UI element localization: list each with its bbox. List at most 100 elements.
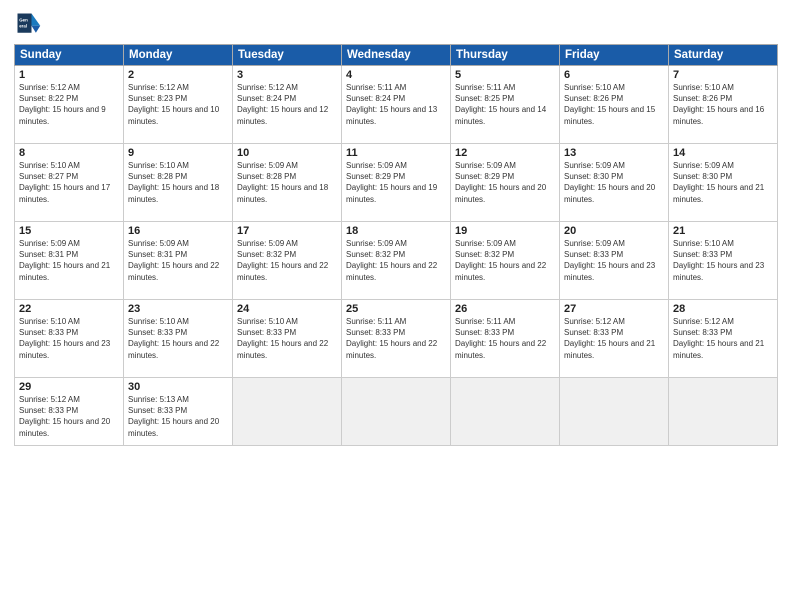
day-number: 8 <box>19 147 119 159</box>
day-number: 6 <box>564 69 664 81</box>
calendar-header-sunday: Sunday <box>15 45 124 66</box>
day-number: 2 <box>128 69 228 81</box>
day-number: 18 <box>346 225 446 237</box>
calendar-day: 25Sunrise: 5:11 AMSunset: 8:33 PMDayligh… <box>342 300 451 378</box>
day-info: Sunrise: 5:10 AMSunset: 8:28 PMDaylight:… <box>128 160 228 205</box>
calendar-day: 14Sunrise: 5:09 AMSunset: 8:30 PMDayligh… <box>669 144 778 222</box>
calendar-day: 10Sunrise: 5:09 AMSunset: 8:28 PMDayligh… <box>233 144 342 222</box>
calendar-day: 29Sunrise: 5:12 AMSunset: 8:33 PMDayligh… <box>15 378 124 446</box>
day-info: Sunrise: 5:12 AMSunset: 8:33 PMDaylight:… <box>673 316 773 361</box>
calendar-header-saturday: Saturday <box>669 45 778 66</box>
calendar-day: 24Sunrise: 5:10 AMSunset: 8:33 PMDayligh… <box>233 300 342 378</box>
calendar-day: 20Sunrise: 5:09 AMSunset: 8:33 PMDayligh… <box>560 222 669 300</box>
day-info: Sunrise: 5:10 AMSunset: 8:33 PMDaylight:… <box>673 238 773 283</box>
day-number: 30 <box>128 381 228 393</box>
day-info: Sunrise: 5:12 AMSunset: 8:24 PMDaylight:… <box>237 82 337 127</box>
day-info: Sunrise: 5:09 AMSunset: 8:33 PMDaylight:… <box>564 238 664 283</box>
calendar-header-row: SundayMondayTuesdayWednesdayThursdayFrid… <box>15 45 778 66</box>
day-number: 3 <box>237 69 337 81</box>
day-number: 21 <box>673 225 773 237</box>
day-info: Sunrise: 5:11 AMSunset: 8:25 PMDaylight:… <box>455 82 555 127</box>
day-number: 13 <box>564 147 664 159</box>
calendar-day: 8Sunrise: 5:10 AMSunset: 8:27 PMDaylight… <box>15 144 124 222</box>
day-number: 24 <box>237 303 337 315</box>
calendar-day: 15Sunrise: 5:09 AMSunset: 8:31 PMDayligh… <box>15 222 124 300</box>
calendar-day: 1Sunrise: 5:12 AMSunset: 8:22 PMDaylight… <box>15 66 124 144</box>
calendar-day: 22Sunrise: 5:10 AMSunset: 8:33 PMDayligh… <box>15 300 124 378</box>
calendar-day: 3Sunrise: 5:12 AMSunset: 8:24 PMDaylight… <box>233 66 342 144</box>
calendar: SundayMondayTuesdayWednesdayThursdayFrid… <box>14 44 778 446</box>
calendar-week-4: 22Sunrise: 5:10 AMSunset: 8:33 PMDayligh… <box>15 300 778 378</box>
calendar-header-tuesday: Tuesday <box>233 45 342 66</box>
day-info: Sunrise: 5:11 AMSunset: 8:24 PMDaylight:… <box>346 82 446 127</box>
calendar-day <box>451 378 560 446</box>
day-info: Sunrise: 5:09 AMSunset: 8:32 PMDaylight:… <box>455 238 555 283</box>
day-info: Sunrise: 5:09 AMSunset: 8:30 PMDaylight:… <box>564 160 664 205</box>
day-number: 15 <box>19 225 119 237</box>
calendar-day: 7Sunrise: 5:10 AMSunset: 8:26 PMDaylight… <box>669 66 778 144</box>
day-number: 11 <box>346 147 446 159</box>
day-info: Sunrise: 5:11 AMSunset: 8:33 PMDaylight:… <box>346 316 446 361</box>
day-number: 20 <box>564 225 664 237</box>
day-info: Sunrise: 5:10 AMSunset: 8:27 PMDaylight:… <box>19 160 119 205</box>
day-number: 10 <box>237 147 337 159</box>
calendar-day: 11Sunrise: 5:09 AMSunset: 8:29 PMDayligh… <box>342 144 451 222</box>
day-info: Sunrise: 5:09 AMSunset: 8:29 PMDaylight:… <box>346 160 446 205</box>
svg-text:eral: eral <box>19 24 27 29</box>
day-info: Sunrise: 5:12 AMSunset: 8:23 PMDaylight:… <box>128 82 228 127</box>
calendar-week-5: 29Sunrise: 5:12 AMSunset: 8:33 PMDayligh… <box>15 378 778 446</box>
day-number: 4 <box>346 69 446 81</box>
day-info: Sunrise: 5:09 AMSunset: 8:32 PMDaylight:… <box>346 238 446 283</box>
calendar-week-1: 1Sunrise: 5:12 AMSunset: 8:22 PMDaylight… <box>15 66 778 144</box>
calendar-day <box>560 378 669 446</box>
calendar-day: 17Sunrise: 5:09 AMSunset: 8:32 PMDayligh… <box>233 222 342 300</box>
day-number: 28 <box>673 303 773 315</box>
day-info: Sunrise: 5:12 AMSunset: 8:22 PMDaylight:… <box>19 82 119 127</box>
calendar-day: 27Sunrise: 5:12 AMSunset: 8:33 PMDayligh… <box>560 300 669 378</box>
day-number: 14 <box>673 147 773 159</box>
day-info: Sunrise: 5:10 AMSunset: 8:33 PMDaylight:… <box>237 316 337 361</box>
calendar-day: 23Sunrise: 5:10 AMSunset: 8:33 PMDayligh… <box>124 300 233 378</box>
day-number: 25 <box>346 303 446 315</box>
day-number: 1 <box>19 69 119 81</box>
day-number: 7 <box>673 69 773 81</box>
calendar-week-3: 15Sunrise: 5:09 AMSunset: 8:31 PMDayligh… <box>15 222 778 300</box>
logo: Gen eral <box>14 10 46 38</box>
calendar-day: 5Sunrise: 5:11 AMSunset: 8:25 PMDaylight… <box>451 66 560 144</box>
day-info: Sunrise: 5:09 AMSunset: 8:31 PMDaylight:… <box>19 238 119 283</box>
logo-icon: Gen eral <box>14 10 42 38</box>
calendar-header-thursday: Thursday <box>451 45 560 66</box>
day-number: 23 <box>128 303 228 315</box>
day-info: Sunrise: 5:12 AMSunset: 8:33 PMDaylight:… <box>564 316 664 361</box>
calendar-day: 18Sunrise: 5:09 AMSunset: 8:32 PMDayligh… <box>342 222 451 300</box>
calendar-day: 26Sunrise: 5:11 AMSunset: 8:33 PMDayligh… <box>451 300 560 378</box>
day-info: Sunrise: 5:09 AMSunset: 8:30 PMDaylight:… <box>673 160 773 205</box>
calendar-day <box>669 378 778 446</box>
calendar-day: 12Sunrise: 5:09 AMSunset: 8:29 PMDayligh… <box>451 144 560 222</box>
calendar-header-friday: Friday <box>560 45 669 66</box>
calendar-day: 28Sunrise: 5:12 AMSunset: 8:33 PMDayligh… <box>669 300 778 378</box>
day-number: 17 <box>237 225 337 237</box>
calendar-day: 9Sunrise: 5:10 AMSunset: 8:28 PMDaylight… <box>124 144 233 222</box>
calendar-day <box>233 378 342 446</box>
calendar-day: 30Sunrise: 5:13 AMSunset: 8:33 PMDayligh… <box>124 378 233 446</box>
day-number: 19 <box>455 225 555 237</box>
day-number: 12 <box>455 147 555 159</box>
day-info: Sunrise: 5:09 AMSunset: 8:29 PMDaylight:… <box>455 160 555 205</box>
calendar-week-2: 8Sunrise: 5:10 AMSunset: 8:27 PMDaylight… <box>15 144 778 222</box>
day-info: Sunrise: 5:13 AMSunset: 8:33 PMDaylight:… <box>128 394 228 439</box>
calendar-day <box>342 378 451 446</box>
day-info: Sunrise: 5:10 AMSunset: 8:33 PMDaylight:… <box>19 316 119 361</box>
day-info: Sunrise: 5:12 AMSunset: 8:33 PMDaylight:… <box>19 394 119 439</box>
calendar-header-wednesday: Wednesday <box>342 45 451 66</box>
day-number: 29 <box>19 381 119 393</box>
day-info: Sunrise: 5:11 AMSunset: 8:33 PMDaylight:… <box>455 316 555 361</box>
day-number: 22 <box>19 303 119 315</box>
day-number: 27 <box>564 303 664 315</box>
day-number: 9 <box>128 147 228 159</box>
day-info: Sunrise: 5:09 AMSunset: 8:32 PMDaylight:… <box>237 238 337 283</box>
day-info: Sunrise: 5:10 AMSunset: 8:26 PMDaylight:… <box>673 82 773 127</box>
calendar-day: 19Sunrise: 5:09 AMSunset: 8:32 PMDayligh… <box>451 222 560 300</box>
day-info: Sunrise: 5:10 AMSunset: 8:33 PMDaylight:… <box>128 316 228 361</box>
day-info: Sunrise: 5:09 AMSunset: 8:31 PMDaylight:… <box>128 238 228 283</box>
